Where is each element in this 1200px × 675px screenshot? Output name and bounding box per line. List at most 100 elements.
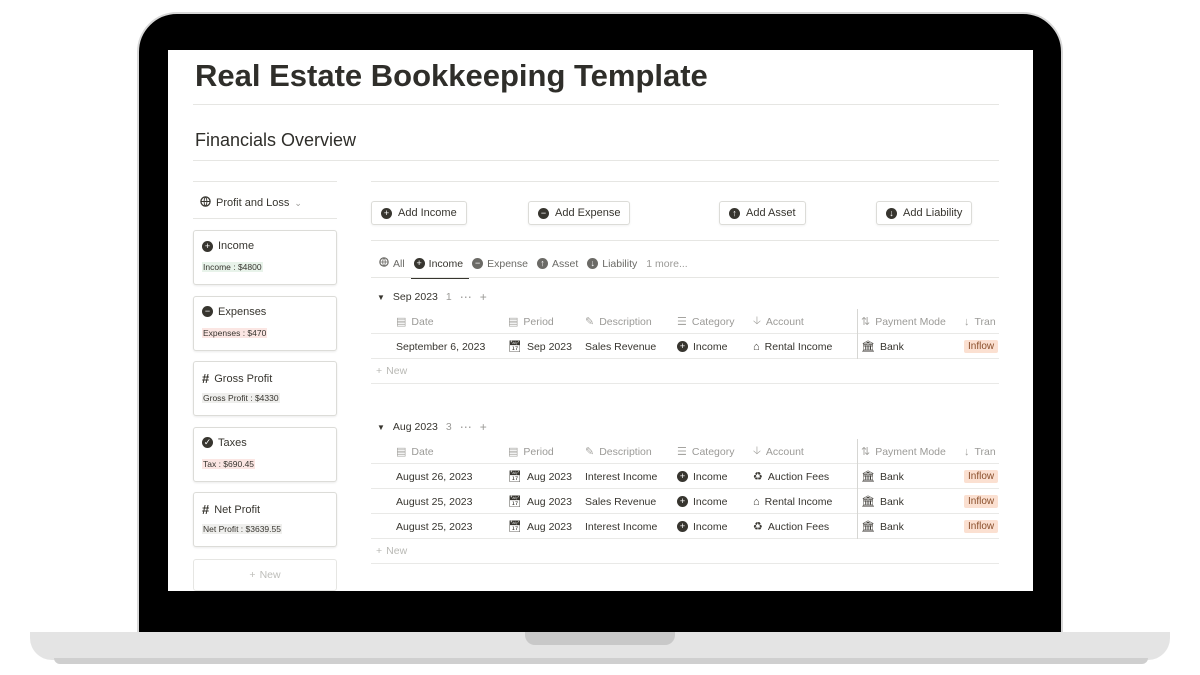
tab-asset[interactable]: ↑ Asset	[534, 255, 584, 276]
page-title: Real Estate Bookkeeping Template	[195, 58, 708, 93]
column-header-transaction[interactable]: ↓ Tran	[964, 439, 999, 464]
transaction-cell[interactable]: Inflow	[964, 514, 999, 539]
bank-icon: 🏛︎	[861, 341, 875, 353]
column-label: Period	[523, 445, 554, 458]
payment-mode-cell[interactable]: 🏛︎ Bank	[861, 464, 961, 489]
add-liability-button[interactable]: ↓ Add Liability	[876, 201, 973, 225]
down-circle-icon: ↓	[587, 258, 599, 269]
add-income-button[interactable]: + Add Income	[371, 201, 467, 225]
table-row[interactable]: August 26, 2023 📅︎ Aug 2023 Interest Inco…	[371, 464, 999, 489]
collapse-triangle-icon[interactable]: ▼	[377, 423, 385, 432]
expenses-card[interactable]: − Expenses Expenses : $470	[193, 295, 337, 351]
add-icon[interactable]: +	[480, 290, 487, 304]
account-cell[interactable]: ⌂ Rental Income	[753, 334, 857, 359]
tab-income[interactable]: + Income	[410, 255, 470, 279]
column-divider	[857, 334, 858, 359]
plus-circle-icon: +	[677, 521, 688, 532]
arrow-down-icon: 🡣	[753, 445, 761, 457]
column-header-date[interactable]: ▤ Date	[396, 309, 506, 334]
account-cell[interactable]: ⌂ Rental Income	[753, 489, 857, 514]
group-header-aug-2023[interactable]: ▼ Aug 2023 3 ⋯ +	[377, 420, 487, 434]
category-cell[interactable]: + Income	[677, 514, 753, 539]
column-header-period[interactable]: ▤ Period	[508, 439, 584, 464]
date-cell[interactable]: August 26, 2023	[396, 464, 506, 489]
column-header-period[interactable]: ▤ Period	[508, 309, 584, 334]
tab-all[interactable]: All	[376, 255, 411, 276]
table-row[interactable]: August 25, 2023 📅︎ Aug 2023 Sales Revenue…	[371, 489, 999, 514]
tab-liability[interactable]: ↓ Liability	[584, 255, 643, 276]
payment-mode-cell[interactable]: 🏛︎ Bank	[861, 489, 961, 514]
pencil-icon: ✎	[585, 446, 595, 458]
transaction-cell[interactable]: Inflow	[964, 334, 999, 359]
view-switcher[interactable]: Profit and Loss ⌄	[200, 196, 302, 210]
add-expense-button[interactable]: − Add Expense	[528, 201, 631, 225]
table-row[interactable]: September 6, 2023 📅︎ Sep 2023 Sales Reven…	[371, 334, 999, 359]
transaction-cell[interactable]: Inflow	[964, 464, 999, 489]
new-row-label: New	[386, 365, 408, 377]
column-header-date[interactable]: ▤ Date	[396, 439, 506, 464]
category-cell[interactable]: + Income	[677, 489, 753, 514]
date-cell[interactable]: August 25, 2023	[396, 489, 506, 514]
date-cell[interactable]: August 25, 2023	[396, 514, 506, 539]
more-options-icon[interactable]: ⋯	[460, 420, 472, 434]
income-card[interactable]: + Income Income : $4800	[193, 230, 337, 285]
tab-more[interactable]: 1 more...	[643, 255, 693, 276]
gross-profit-card[interactable]: # Gross Profit Gross Profit : $4330	[193, 361, 337, 416]
column-header-transaction[interactable]: ↓ Tran	[964, 309, 999, 334]
description-cell[interactable]: Interest Income	[585, 514, 677, 539]
column-header-category[interactable]: ☰ Category	[677, 439, 753, 464]
date-cell[interactable]: September 6, 2023	[396, 334, 506, 359]
card-title-label: Gross Profit	[214, 372, 273, 385]
period-cell[interactable]: 📅︎ Sep 2023	[508, 334, 584, 359]
description-cell[interactable]: Interest Income	[585, 464, 677, 489]
add-expense-label: Add Expense	[555, 207, 621, 219]
category-cell[interactable]: + Income	[677, 464, 753, 489]
column-header-description[interactable]: ✎ Description	[585, 439, 677, 464]
table-row[interactable]: August 25, 2023 📅︎ Aug 2023 Interest Inco…	[371, 514, 999, 539]
period-value: Aug 2023	[526, 520, 572, 533]
description-cell[interactable]: Sales Revenue	[585, 489, 677, 514]
new-card-button[interactable]: + New	[193, 559, 337, 591]
period-cell[interactable]: 📅︎ Aug 2023	[508, 464, 584, 489]
column-header-payment-mode[interactable]: ⇅ Payment Mode	[861, 309, 961, 334]
transaction-cell[interactable]: Inflow	[964, 489, 999, 514]
more-options-icon[interactable]: ⋯	[460, 290, 472, 304]
table-header-row: ▤ Date ▤ Period ✎ Description ☰ Category 🡣 Ac…	[371, 439, 999, 464]
new-row-button[interactable]: + New	[371, 539, 999, 564]
column-header-account[interactable]: 🡣 Account	[753, 309, 857, 334]
new-row-button[interactable]: + New	[371, 359, 999, 384]
column-header-category[interactable]: ☰ Category	[677, 309, 753, 334]
payment-mode-cell[interactable]: 🏛︎ Bank	[861, 334, 961, 359]
tab-label: 1 more...	[646, 257, 688, 270]
view-tabs: All + Income − Expense ↑ Asset ↓ Liabili…	[376, 255, 694, 279]
tab-expense[interactable]: − Expense	[469, 255, 534, 276]
group-label: Sep 2023	[392, 291, 438, 303]
account-value: Rental Income	[764, 340, 833, 353]
taxes-card[interactable]: ✓ Taxes Tax : $690.45	[193, 426, 337, 482]
column-divider	[857, 309, 858, 334]
group-table-aug-2023: ▤ Date ▤ Period ✎ Description ☰ Category 🡣 Ac…	[371, 439, 999, 564]
group-header-sep-2023[interactable]: ▼ Sep 2023 1 ⋯ +	[377, 290, 487, 304]
column-header-account[interactable]: 🡣 Account	[753, 439, 857, 464]
add-icon[interactable]: +	[480, 420, 487, 434]
column-header-payment-mode[interactable]: ⇅ Payment Mode	[861, 439, 961, 464]
payment-mode-value: Bank	[879, 470, 904, 483]
laptop-notch	[525, 632, 675, 645]
left-divider-top	[193, 181, 337, 182]
period-cell[interactable]: 📅︎ Aug 2023	[508, 514, 584, 539]
payment-mode-cell[interactable]: 🏛︎ Bank	[861, 514, 961, 539]
plus-icon: +	[249, 569, 256, 581]
column-label: Tran	[974, 445, 996, 458]
column-header-description[interactable]: ✎ Description	[585, 309, 677, 334]
bank-icon: 🏛︎	[861, 496, 875, 508]
account-value: Auction Fees	[767, 470, 830, 483]
plus-circle-icon: +	[381, 207, 392, 219]
account-cell[interactable]: ♻︎ Auction Fees	[753, 464, 857, 489]
account-cell[interactable]: ♻︎ Auction Fees	[753, 514, 857, 539]
period-cell[interactable]: 📅︎ Aug 2023	[508, 489, 584, 514]
description-cell[interactable]: Sales Revenue	[585, 334, 677, 359]
category-cell[interactable]: + Income	[677, 334, 753, 359]
collapse-triangle-icon[interactable]: ▼	[377, 293, 385, 302]
add-asset-button[interactable]: ↑ Add Asset	[719, 201, 806, 225]
net-profit-card[interactable]: # Net Profit Net Profit : $3639.55	[193, 492, 337, 547]
